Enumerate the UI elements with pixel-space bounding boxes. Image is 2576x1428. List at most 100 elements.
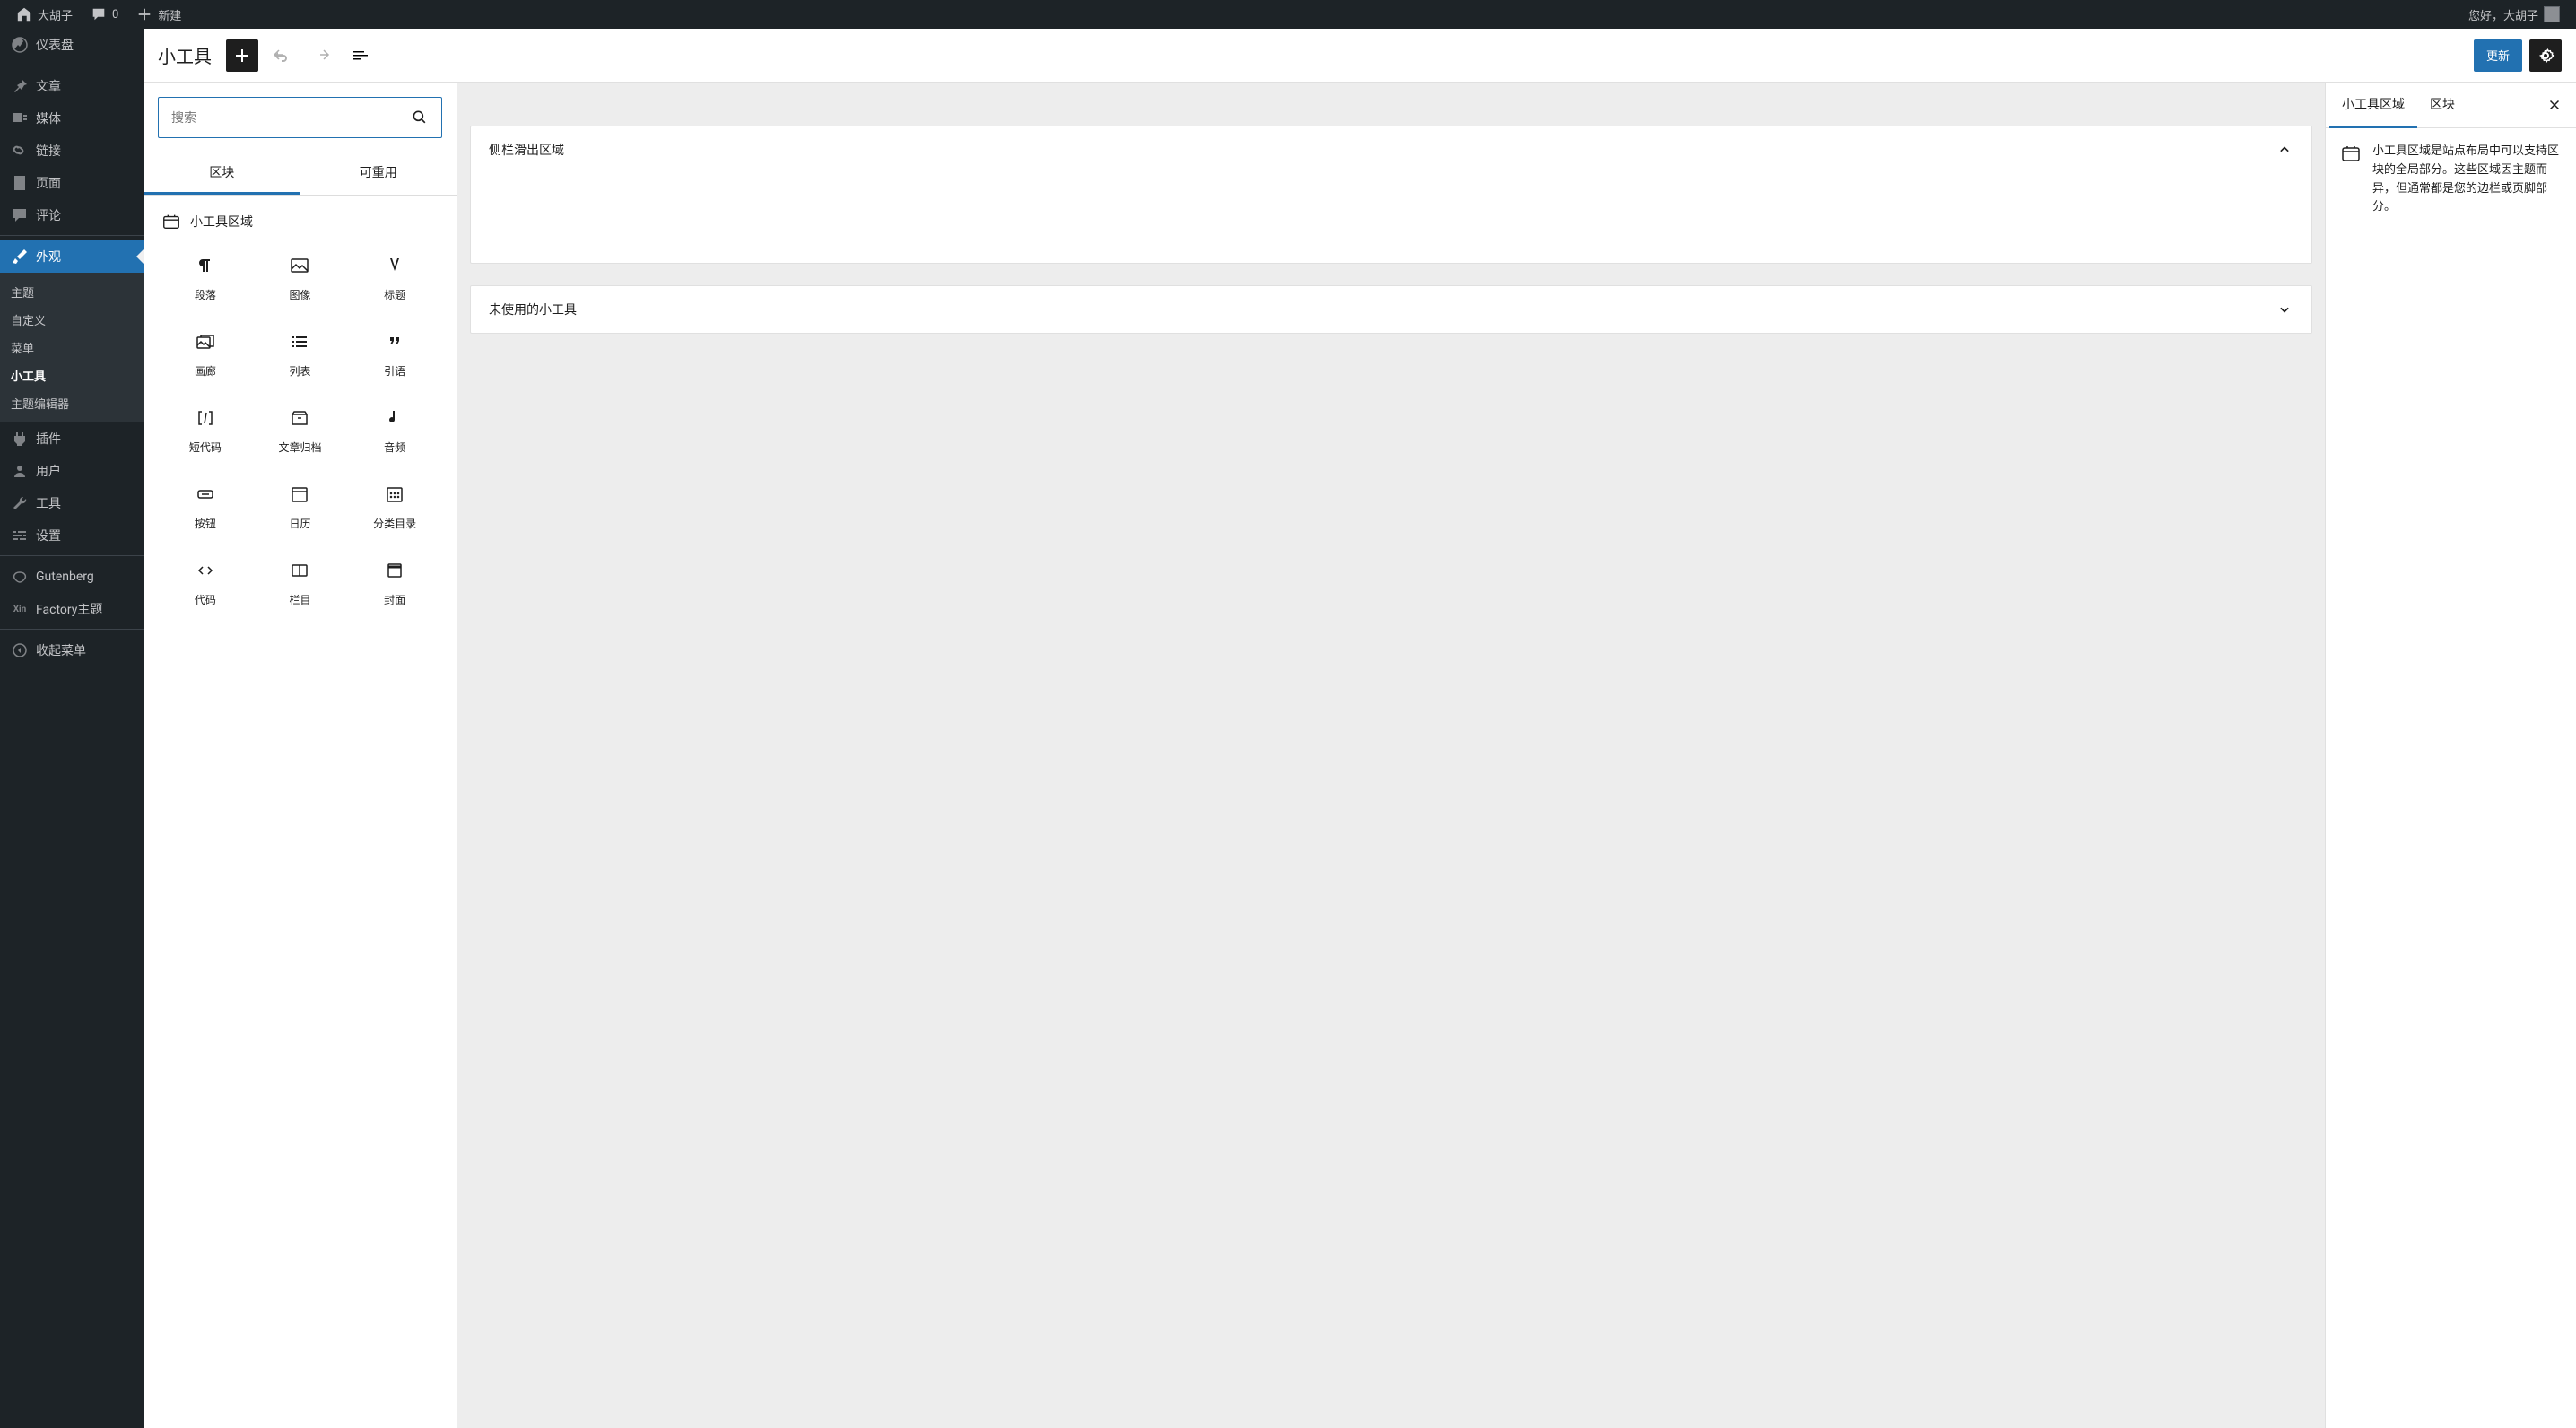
block-item-cover[interactable]: 封面: [347, 545, 442, 622]
settings-button[interactable]: [2529, 39, 2562, 72]
inserter-category-label: 小工具区域: [190, 213, 253, 231]
gear-icon: [2535, 45, 2556, 66]
adminbar-new[interactable]: 新建: [127, 0, 190, 29]
sidebar-label: 用户: [36, 462, 61, 480]
submenu-item-widgets[interactable]: 小工具: [0, 361, 144, 389]
widget-area-inactive[interactable]: 未使用的小工具: [470, 285, 2312, 334]
editor-canvas: 侧栏滑出区域 未使用的小工具: [457, 83, 2325, 1428]
panel-tab-areas[interactable]: 小工具区域: [2329, 83, 2417, 128]
sliders-icon: [11, 527, 29, 544]
sidebar-item-gutenberg[interactable]: Gutenberg: [0, 561, 144, 593]
panel-close-button[interactable]: [2537, 87, 2572, 123]
collapse-icon: [11, 641, 29, 659]
audio-icon: [384, 407, 405, 429]
sidebar-item-settings[interactable]: 设置: [0, 519, 144, 552]
block-item-gallery[interactable]: 画廊: [158, 317, 253, 393]
sidebar-item-tools[interactable]: 工具: [0, 487, 144, 519]
sidebar-item-pages[interactable]: 页面: [0, 167, 144, 199]
block-item-paragraph[interactable]: 段落: [158, 240, 253, 317]
plugin-icon: [11, 430, 29, 448]
block-item-shortcode[interactable]: 短代码: [158, 393, 253, 469]
search-input[interactable]: [159, 110, 398, 125]
submenu-item-menus[interactable]: 菜单: [0, 334, 144, 361]
dashboard-icon: [11, 36, 29, 54]
panel-description: 小工具区域是站点布局中可以支持区块的全局部分。这些区域因主题而异，但通常都是您的…: [2372, 143, 2562, 217]
block-item-code[interactable]: 代码: [158, 545, 253, 622]
comment-icon: [91, 6, 107, 22]
block-item-image[interactable]: 图像: [253, 240, 348, 317]
columns-icon: [289, 560, 310, 581]
media-icon: [11, 109, 29, 127]
sidebar-item-factory[interactable]: Xin Factory主题: [0, 593, 144, 625]
block-item-list[interactable]: 列表: [253, 317, 348, 393]
submenu-item-customize[interactable]: 自定义: [0, 306, 144, 334]
sidebar-label: 收起菜单: [36, 641, 86, 659]
update-button[interactable]: 更新: [2474, 39, 2522, 72]
list-view-button[interactable]: [344, 39, 377, 72]
search-box: [158, 97, 442, 138]
sidebar-label: 页面: [36, 174, 61, 192]
quote-icon: [384, 331, 405, 353]
widget-area-title: 未使用的小工具: [489, 300, 577, 318]
block-item-audio[interactable]: 音频: [347, 393, 442, 469]
sidebar-label: 仪表盘: [36, 36, 74, 54]
page-icon: [11, 174, 29, 192]
block-item-columns[interactable]: 栏目: [253, 545, 348, 622]
categories-icon: [384, 483, 405, 505]
chevron-up-icon: [2276, 141, 2293, 159]
sidebar-label: 外观: [36, 248, 61, 266]
paragraph-icon: [195, 255, 216, 276]
list-view-icon: [350, 45, 371, 66]
widget-area-icon: [2340, 143, 2362, 164]
sidebar-item-comments[interactable]: 评论: [0, 199, 144, 231]
editor-header: 小工具 更新: [144, 29, 2576, 83]
sidebar-submenu-appearance: 主题 自定义 菜单 小工具 主题编辑器: [0, 273, 144, 422]
block-item-categories[interactable]: 分类目录: [347, 469, 442, 545]
block-item-calendar[interactable]: 日历: [253, 469, 348, 545]
block-item-archives[interactable]: 文章归档: [253, 393, 348, 469]
home-icon: [16, 6, 32, 22]
adminbar-account[interactable]: 您好，大胡子: [2459, 0, 2569, 29]
wrench-icon: [11, 494, 29, 512]
admin-bar: 大胡子 0 新建 您好，大胡子: [0, 0, 2576, 29]
plus-icon: [231, 45, 253, 66]
settings-panel: 小工具区域 区块 小工具区域是站点布局中可以支持区块的全局部分。这些区域因主题而…: [2325, 83, 2576, 1428]
gutenberg-icon: [11, 568, 29, 586]
sidebar-item-plugins[interactable]: 插件: [0, 422, 144, 455]
admin-sidebar: 仪表盘 文章 媒体 链接 页面 评论: [0, 29, 144, 1428]
inserter-category[interactable]: 小工具区域: [144, 203, 457, 240]
user-icon: [11, 462, 29, 480]
sidebar-label: 评论: [36, 206, 61, 224]
redo-button[interactable]: [305, 39, 337, 72]
block-item-quote[interactable]: 引语: [347, 317, 442, 393]
sidebar-label: 工具: [36, 494, 61, 512]
block-item-button[interactable]: 按钮: [158, 469, 253, 545]
submenu-item-theme-editor[interactable]: 主题编辑器: [0, 389, 144, 417]
adminbar-comments[interactable]: 0: [82, 0, 127, 29]
undo-icon: [271, 45, 292, 66]
adminbar-site-name: 大胡子: [38, 6, 73, 23]
sidebar-item-appearance[interactable]: 外观: [0, 240, 144, 273]
cover-icon: [384, 560, 405, 581]
sidebar-item-media[interactable]: 媒体: [0, 102, 144, 135]
sidebar-item-links[interactable]: 链接: [0, 135, 144, 167]
submenu-item-themes[interactable]: 主题: [0, 278, 144, 306]
search-icon: [398, 109, 441, 126]
block-item-heading[interactable]: 标题: [347, 240, 442, 317]
panel-tab-block[interactable]: 区块: [2417, 83, 2467, 128]
tab-reusable[interactable]: 可重用: [300, 152, 457, 195]
list-icon: [289, 331, 310, 353]
undo-button[interactable]: [265, 39, 298, 72]
sidebar-item-posts[interactable]: 文章: [0, 70, 144, 102]
sidebar-item-users[interactable]: 用户: [0, 455, 144, 487]
close-icon: [2546, 97, 2563, 113]
inserter-toggle-button[interactable]: [226, 39, 258, 72]
sidebar-item-collapse[interactable]: 收起菜单: [0, 634, 144, 666]
plus-icon: [136, 6, 152, 22]
adminbar-site[interactable]: 大胡子: [7, 0, 82, 29]
archives-icon: [289, 407, 310, 429]
sidebar-item-dashboard[interactable]: 仪表盘: [0, 29, 144, 61]
avatar-icon: [2544, 6, 2560, 22]
tab-blocks[interactable]: 区块: [144, 152, 300, 195]
widget-area-sidebar-slide[interactable]: 侧栏滑出区域: [470, 126, 2312, 264]
